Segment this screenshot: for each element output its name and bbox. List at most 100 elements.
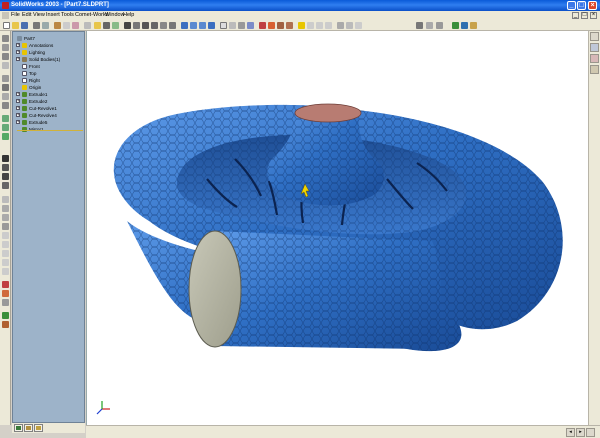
split-view-icon[interactable] xyxy=(590,32,599,41)
loft-tool-icon[interactable] xyxy=(2,62,9,69)
doc-close-button[interactable]: × xyxy=(590,12,597,19)
scroll-left-arrow-icon[interactable]: ◂ xyxy=(566,428,575,437)
cosmos-icon[interactable] xyxy=(452,22,459,29)
minimize-button[interactable]: _ xyxy=(567,1,576,10)
knit-tool-icon[interactable] xyxy=(2,290,9,297)
rotate-view-icon[interactable] xyxy=(160,22,167,29)
resize-grip-icon[interactable] xyxy=(586,428,595,437)
graphics-area[interactable] xyxy=(86,31,588,425)
fillet-tool-icon[interactable] xyxy=(2,93,9,100)
undo-icon[interactable] xyxy=(84,22,91,29)
extrude-tool-icon[interactable] xyxy=(2,35,9,42)
hidden-lines-removed-icon[interactable] xyxy=(238,22,245,29)
linear-pattern-tool-icon[interactable] xyxy=(2,155,9,162)
options-icon[interactable] xyxy=(112,22,119,29)
hole-tool-icon[interactable] xyxy=(2,182,9,189)
open-file-icon[interactable] xyxy=(12,22,19,29)
shadows-icon[interactable] xyxy=(259,22,266,29)
expand-toggle[interactable]: + xyxy=(16,106,20,110)
measure-icon[interactable] xyxy=(416,22,423,29)
menu-edit[interactable]: Edit xyxy=(22,11,31,20)
surface-tool-icon[interactable] xyxy=(2,281,9,288)
cut-revolve-tool-icon[interactable] xyxy=(2,84,9,91)
equations-icon[interactable] xyxy=(436,22,443,29)
zoom-to-selection-icon[interactable] xyxy=(151,22,158,29)
property-manager-tab-icon[interactable] xyxy=(24,424,33,432)
expand-toggle[interactable]: + xyxy=(16,50,20,54)
view-axes-icon[interactable] xyxy=(316,22,323,29)
curvature-icon[interactable] xyxy=(286,22,293,29)
front-view-icon[interactable] xyxy=(190,22,197,29)
library-feature-tool-icon[interactable] xyxy=(2,312,9,319)
scale-tool-icon[interactable] xyxy=(2,321,9,328)
menu-file[interactable]: File xyxy=(11,11,20,20)
point-tool-icon[interactable] xyxy=(2,223,9,230)
appearance-icon[interactable] xyxy=(590,54,599,63)
projected-curve-tool-icon[interactable] xyxy=(2,250,9,257)
mass-properties-icon[interactable] xyxy=(426,22,433,29)
zebra-stripes-icon[interactable] xyxy=(298,22,305,29)
perspective-icon[interactable] xyxy=(268,22,275,29)
print-preview-icon[interactable] xyxy=(42,22,49,29)
menu-insert[interactable]: Insert xyxy=(46,11,60,20)
pan-icon[interactable] xyxy=(169,22,176,29)
feature-manager-tab-icon[interactable] xyxy=(14,424,23,432)
add-relation-icon[interactable] xyxy=(355,22,362,29)
view-origins-icon[interactable] xyxy=(325,22,332,29)
smart-dimension-icon[interactable] xyxy=(346,22,353,29)
sketch-icon[interactable] xyxy=(337,22,344,29)
expand-toggle[interactable]: + xyxy=(16,120,20,124)
menu-window[interactable]: Window xyxy=(105,11,125,20)
save-icon[interactable] xyxy=(21,22,28,29)
expand-toggle[interactable]: + xyxy=(16,57,20,61)
expand-toggle[interactable]: + xyxy=(16,99,20,103)
shell-tool-icon[interactable] xyxy=(2,115,9,122)
view-orientation-icon[interactable] xyxy=(181,22,188,29)
doc-minimize-button[interactable]: _ xyxy=(572,12,579,19)
zoom-to-area-icon[interactable] xyxy=(133,22,140,29)
top-view-icon[interactable] xyxy=(199,22,206,29)
view-palette-icon[interactable] xyxy=(590,43,599,52)
isometric-view-icon[interactable] xyxy=(208,22,215,29)
menu-tools[interactable]: Tools xyxy=(61,11,74,20)
custom-properties-icon[interactable] xyxy=(590,65,599,74)
curve-tool-icon[interactable] xyxy=(2,232,9,239)
print-icon[interactable] xyxy=(33,22,40,29)
reference-plane-tool-icon[interactable] xyxy=(2,196,9,203)
rebuild-icon[interactable] xyxy=(94,22,101,29)
maximize-button[interactable]: □ xyxy=(577,1,586,10)
copy-icon[interactable] xyxy=(63,22,70,29)
chamfer-tool-icon[interactable] xyxy=(2,102,9,109)
configuration-manager-tab-icon[interactable] xyxy=(34,424,43,432)
revolve-tool-icon[interactable] xyxy=(2,44,9,51)
rib-tool-icon[interactable] xyxy=(2,124,9,131)
sweep-tool-icon[interactable] xyxy=(2,53,9,60)
scroll-right-arrow-icon[interactable]: ▸ xyxy=(576,428,585,437)
trim-tool-icon[interactable] xyxy=(2,299,9,306)
helix-tool-icon[interactable] xyxy=(2,259,9,266)
material-icon[interactable] xyxy=(470,22,477,29)
volute-model[interactable] xyxy=(87,31,589,425)
menu-view[interactable]: View xyxy=(33,11,45,20)
draft-tool-icon[interactable] xyxy=(2,133,9,140)
circular-pattern-tool-icon[interactable] xyxy=(2,164,9,171)
zoom-in-out-icon[interactable] xyxy=(142,22,149,29)
select-icon[interactable] xyxy=(103,22,110,29)
view-planes-icon[interactable] xyxy=(307,22,314,29)
comet-works-icon[interactable] xyxy=(461,22,468,29)
split-line-tool-icon[interactable] xyxy=(2,241,9,248)
vertical-scrollbar[interactable] xyxy=(588,31,600,425)
horizontal-scrollbar[interactable]: ◂ ▸ xyxy=(86,425,600,438)
rollback-bar[interactable] xyxy=(17,130,83,131)
coordinate-system-tool-icon[interactable] xyxy=(2,214,9,221)
expand-toggle[interactable]: + xyxy=(16,43,20,47)
menu-help[interactable]: Help xyxy=(123,11,134,20)
hidden-lines-icon[interactable] xyxy=(229,22,236,29)
shaded-icon[interactable] xyxy=(247,22,254,29)
close-button[interactable]: × xyxy=(588,1,597,10)
reference-axis-tool-icon[interactable] xyxy=(2,205,9,212)
expand-toggle[interactable]: + xyxy=(16,113,20,117)
doc-restore-button[interactable]: □ xyxy=(581,12,588,19)
mirror-tool-icon[interactable] xyxy=(2,173,9,180)
paste-icon[interactable] xyxy=(72,22,79,29)
